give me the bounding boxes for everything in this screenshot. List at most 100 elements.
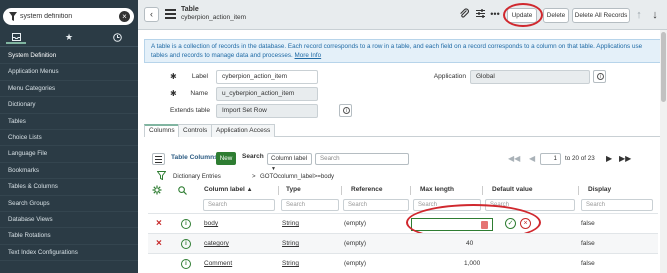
nav-item-tables[interactable]: Tables <box>0 114 138 130</box>
cell-column-label[interactable]: category <box>204 234 229 254</box>
nav-item-application-menus[interactable]: Application Menus <box>0 64 138 81</box>
delete-button[interactable]: Delete <box>543 8 569 23</box>
list-menu-icon[interactable] <box>152 153 165 165</box>
nav-item-bookmarks[interactable]: Bookmarks <box>0 163 138 180</box>
all-apps-tab[interactable] <box>6 31 26 44</box>
search-field-value: Column label <box>271 155 308 162</box>
history-tab[interactable] <box>107 31 127 44</box>
related-list-header: Table Columns New Search Column label ▼ … <box>148 150 658 172</box>
cell-column-label[interactable]: Comment <box>204 254 232 273</box>
nav-item-text-index-configurations[interactable]: Text Index Configurations <box>0 245 138 262</box>
context-menu-icon[interactable] <box>165 9 176 19</box>
cell-type[interactable]: String <box>282 214 299 234</box>
filter-label-input[interactable]: Search <box>203 199 275 211</box>
cell-display: false <box>581 260 595 267</box>
column-header-default-value[interactable]: Default value <box>492 183 532 197</box>
clear-icon[interactable]: × <box>119 11 130 22</box>
navigator-menu: System Definition Application Menus Menu… <box>0 48 138 262</box>
related-lists-tabs: Columns Controls Application Access <box>144 124 664 137</box>
nav-item-choice-lists[interactable]: Choice Lists <box>0 130 138 147</box>
list-title: Table Columns <box>171 154 218 161</box>
more-info-link[interactable]: More Info <box>295 52 322 59</box>
preview-info-icon[interactable]: i <box>181 259 191 269</box>
application-info-button[interactable]: i <box>593 70 606 83</box>
table-row[interactable]: × i body String (empty) ✓ × false <box>148 213 658 233</box>
table-row[interactable]: i Comment String (empty) 1,000 false <box>148 253 658 273</box>
back-button[interactable]: ‹ <box>144 7 159 22</box>
delete-row-icon[interactable]: × <box>156 219 165 229</box>
column-header-display[interactable]: Display <box>588 183 611 197</box>
favorites-tab[interactable]: ★ <box>59 31 79 44</box>
new-button[interactable]: New <box>216 152 236 165</box>
tab-columns[interactable]: Columns <box>144 124 180 137</box>
preview-info-icon[interactable]: i <box>181 219 191 229</box>
breadcrumb-separator: > <box>252 173 256 180</box>
cell-reference: (empty) <box>344 260 367 267</box>
highlight-ring-update <box>503 3 543 27</box>
search-icon[interactable] <box>178 186 187 195</box>
more-options-icon[interactable]: ••• <box>489 8 501 20</box>
tab-controls[interactable]: Controls <box>178 124 213 137</box>
filter-icon <box>9 12 17 21</box>
application-navigator: × ★ System Definition Application Menus … <box>0 0 138 273</box>
filter-reference-input[interactable]: Search <box>343 199 409 211</box>
settings-sliders-icon[interactable] <box>474 8 486 20</box>
attachment-icon[interactable] <box>458 8 470 20</box>
record-name: cyberpion_action_item <box>181 14 247 21</box>
nav-item-language-file[interactable]: Language File <box>0 146 138 163</box>
delete-all-records-button[interactable]: Delete All Records <box>572 8 630 23</box>
extends-table-info-button[interactable]: i <box>339 104 352 117</box>
form-header: ‹ Table cyberpion_action_item ••• Update… <box>138 0 667 30</box>
nav-item-table-rotations[interactable]: Table Rotations <box>0 228 138 245</box>
gear-icon[interactable] <box>152 185 162 195</box>
chevron-down-icon: ▼ <box>271 166 276 172</box>
cell-display: false <box>581 220 595 227</box>
delete-row-icon[interactable]: × <box>156 239 165 249</box>
scrollbar-thumb[interactable] <box>661 32 666 102</box>
preview-info-icon[interactable]: i <box>181 239 191 249</box>
tab-application-access[interactable]: Application Access <box>211 124 276 137</box>
table-row[interactable]: × i category String (empty) 40 false <box>148 233 658 253</box>
application-field: Global <box>470 70 590 84</box>
info-message-text: A table is a collection of records in th… <box>151 43 643 59</box>
nav-item-dictionary[interactable]: Dictionary <box>0 97 138 114</box>
page-input[interactable]: 1 <box>540 153 561 165</box>
search-label: Search <box>242 153 264 160</box>
funnel-icon[interactable] <box>157 171 166 180</box>
info-icon: i <box>343 107 350 114</box>
navigator-search-input[interactable] <box>20 10 115 23</box>
filter-type-input[interactable]: Search <box>281 199 339 211</box>
search-field-select[interactable]: Column label ▼ <box>267 153 312 172</box>
column-header-max-length[interactable]: Max length <box>420 183 454 197</box>
column-header-reference[interactable]: Reference <box>351 183 382 197</box>
cell-column-label[interactable]: body <box>204 214 218 234</box>
cell-max-length: 1,000 <box>464 260 481 267</box>
last-page-icon[interactable]: ▶▶ <box>619 153 631 165</box>
chevron-left-icon: ‹ <box>150 9 153 19</box>
label-field[interactable]: cyberpion_action_item <box>216 70 318 84</box>
first-page-icon[interactable]: ◀◀ <box>508 153 520 165</box>
nav-item-tables-and-columns[interactable]: Tables & Columns <box>0 179 138 196</box>
star-icon: ★ <box>64 32 74 42</box>
form-title: Table <box>181 6 199 13</box>
next-page-icon[interactable]: ▶ <box>606 153 612 165</box>
previous-record-arrow-icon[interactable]: ↑ <box>632 8 646 23</box>
list-search-input[interactable]: Search <box>315 153 409 165</box>
previous-page-icon[interactable]: ◀ <box>529 153 535 165</box>
nav-item-system-definition[interactable]: System Definition <box>0 48 138 65</box>
column-header-type[interactable]: Type <box>286 183 301 197</box>
vertical-scrollbar[interactable] <box>660 30 667 273</box>
cell-type[interactable]: String <box>282 254 299 273</box>
cell-max-length: 40 <box>466 240 474 247</box>
cell-display: false <box>581 240 595 247</box>
cell-type[interactable]: String <box>282 234 299 254</box>
column-header-label[interactable]: Column label ▲ <box>204 183 253 197</box>
nav-item-search-groups[interactable]: Search Groups <box>0 196 138 212</box>
nav-item-database-views[interactable]: Database Views <box>0 212 138 229</box>
breadcrumb-root[interactable]: Dictionary Entries <box>173 173 221 180</box>
breadcrumb-filter[interactable]: GOTOcolumn_label>=body <box>260 173 334 180</box>
nav-item-menu-categories[interactable]: Menu Categories <box>0 81 138 98</box>
next-record-arrow-icon[interactable]: ↓ <box>648 8 662 23</box>
name-field-label: Name <box>190 90 208 97</box>
filter-display-input[interactable]: Search <box>581 199 653 211</box>
